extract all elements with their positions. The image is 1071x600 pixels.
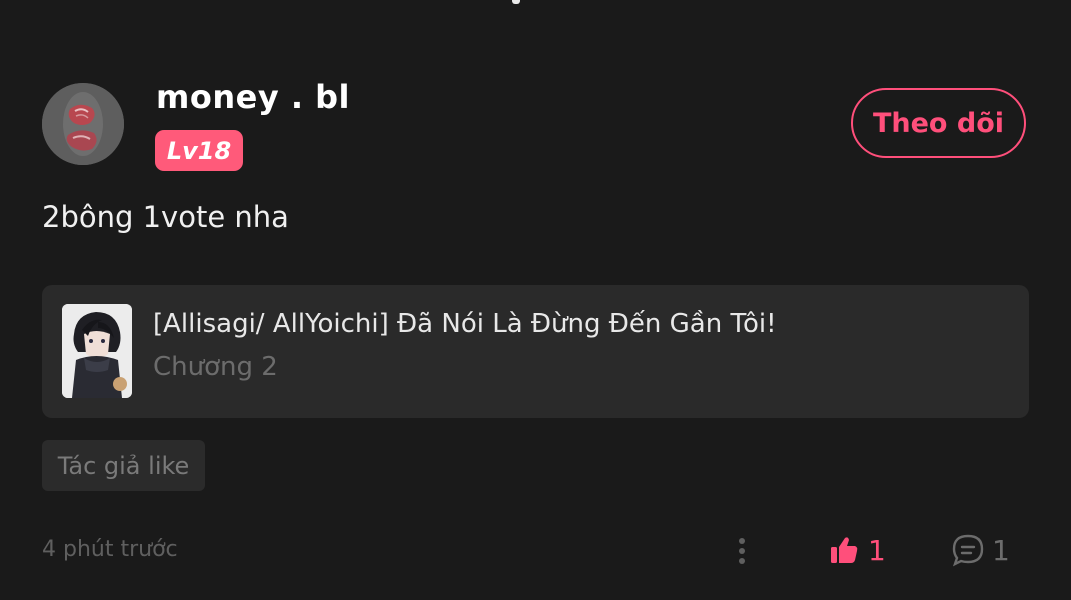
like-button[interactable]: 1 — [828, 528, 886, 572]
comment-text: 2bông 1vote nha — [42, 200, 289, 234]
story-card[interactable]: [Allisagi/ AllYoichi] Đã Nói Là Đừng Đến… — [42, 285, 1029, 418]
status-indicator — [512, 0, 520, 4]
comment-screen: money . bl Lv18 Theo dõi 2bông 1vote nha… — [0, 0, 1071, 600]
username[interactable]: money . bl — [156, 78, 350, 116]
thumbs-up-icon — [831, 537, 858, 563]
more-vertical-icon[interactable] — [728, 531, 756, 571]
story-chapter: Chương 2 — [153, 352, 278, 382]
avatar-image — [42, 83, 124, 165]
like-count: 1 — [868, 533, 886, 567]
comment-bubble-icon — [952, 534, 984, 567]
comment-count: 1 — [992, 533, 1010, 567]
follow-button[interactable]: Theo dõi — [851, 88, 1026, 158]
avatar[interactable] — [42, 83, 124, 165]
comment-button[interactable]: 1 — [950, 528, 1010, 572]
author-like-tag: Tác giả like — [42, 440, 205, 491]
level-badge: Lv18 — [155, 130, 243, 171]
timestamp: 4 phút trước — [42, 537, 178, 562]
story-cover-image — [62, 304, 132, 398]
story-title: [Allisagi/ AllYoichi] Đã Nói Là Đừng Đến… — [153, 309, 777, 339]
